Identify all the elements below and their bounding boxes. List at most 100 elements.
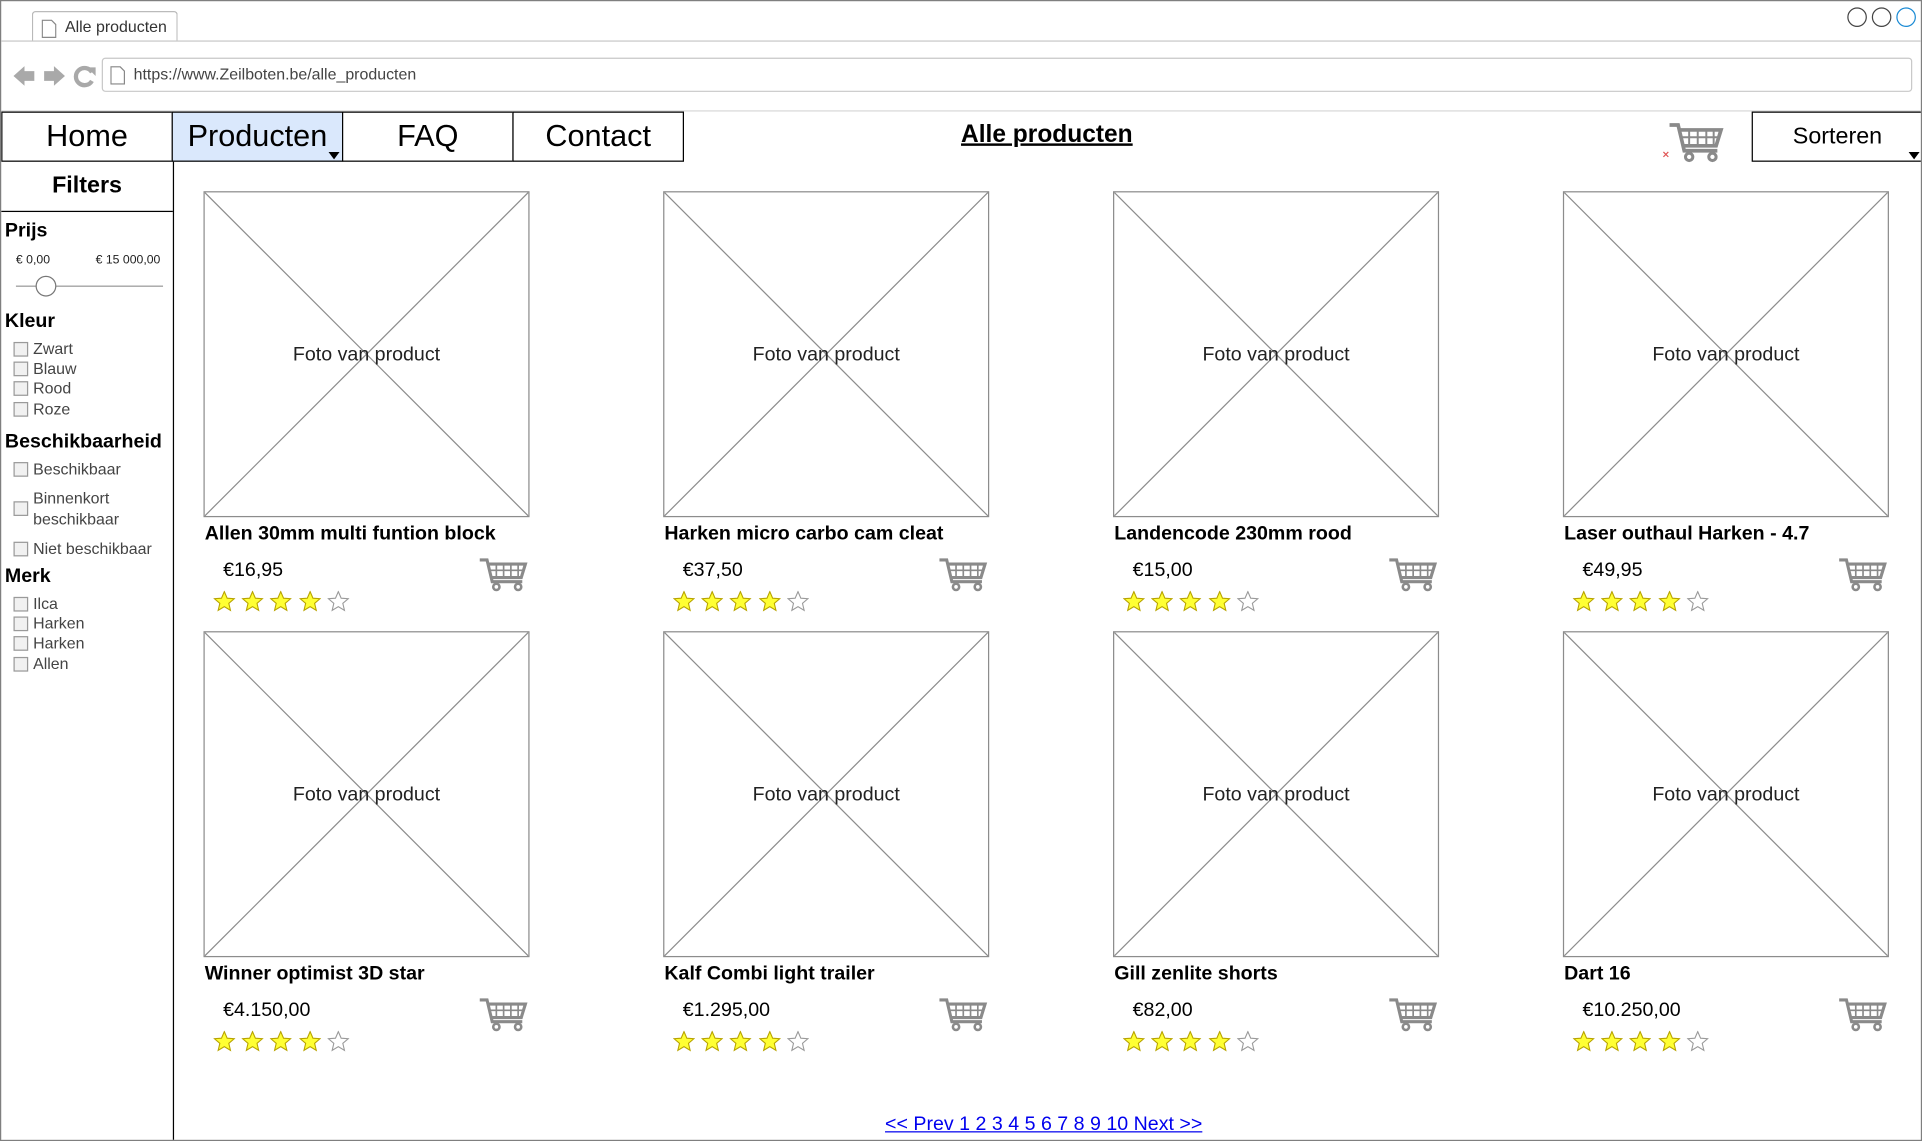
window-close-button[interactable]: [1896, 7, 1916, 27]
color-checkbox-roze[interactable]: [13, 401, 29, 417]
product-card[interactable]: Foto van product Gill zenlite shorts €82,0…: [1113, 631, 1518, 1060]
star-filled-icon: [1629, 1030, 1652, 1052]
product-card[interactable]: Foto van product Harken micro carbo cam c…: [663, 191, 1068, 620]
product-photo-placeholder[interactable]: Foto van product: [663, 191, 990, 518]
product-name[interactable]: Allen 30mm multi funtion block: [205, 523, 496, 545]
star-filled-icon: [1179, 590, 1202, 612]
photo-label: Foto van product: [292, 784, 441, 806]
brand-checkbox-harken[interactable]: [13, 616, 29, 632]
product-card[interactable]: Foto van product Allen 30mm multi funtion…: [203, 191, 608, 620]
color-checkbox-zwart[interactable]: [13, 341, 29, 357]
star-filled-icon: [298, 590, 321, 612]
nav-producten[interactable]: Producten: [171, 111, 344, 162]
brand-checkbox-ilca[interactable]: [13, 596, 29, 612]
availability-option-label: Binnenkort beschikbaar: [33, 489, 120, 529]
star-empty-icon: [1686, 1030, 1709, 1052]
product-photo-placeholder[interactable]: Foto van product: [663, 631, 990, 958]
star-filled-icon: [270, 590, 293, 612]
product-price: €10.250,00: [1582, 1000, 1681, 1021]
nav-contact[interactable]: Contact: [512, 111, 684, 162]
color-option-label: Blauw: [33, 359, 77, 378]
page-icon: [41, 19, 57, 38]
star-filled-icon: [1572, 590, 1595, 612]
product-name[interactable]: Kalf Combi light trailer: [664, 963, 874, 985]
brand-option-label: Ilca: [33, 594, 58, 613]
product-photo-placeholder[interactable]: Foto van product: [1562, 631, 1889, 958]
color-checkbox-rood[interactable]: [13, 381, 29, 396]
product-name[interactable]: Harken micro carbo cam cleat: [664, 523, 943, 545]
back-arrow-icon[interactable]: [13, 66, 35, 86]
filters-sidebar: [1, 161, 175, 1140]
star-filled-icon: [270, 1030, 293, 1052]
add-to-cart-button[interactable]: [935, 549, 989, 596]
product-card[interactable]: Foto van product Landencode 230mm rood €15…: [1113, 191, 1518, 620]
availability-checkbox-beschikbaar[interactable]: [13, 462, 29, 477]
browser-tab[interactable]: Alle producten: [31, 11, 178, 42]
window-minimize-button[interactable]: [1847, 7, 1867, 27]
star-filled-icon: [701, 1030, 724, 1052]
product-photo-placeholder[interactable]: Foto van product: [1113, 191, 1440, 518]
photo-label: Foto van product: [1202, 344, 1350, 366]
color-checkbox-blauw[interactable]: [13, 361, 29, 377]
address-bar[interactable]: https://www.Zeilboten.be/alle_producten: [101, 57, 1913, 92]
sort-dropdown[interactable]: Sorteren: [1751, 111, 1921, 162]
product-name[interactable]: Gill zenlite shorts: [1114, 963, 1277, 985]
product-name[interactable]: Winner optimist 3D star: [205, 963, 425, 985]
star-empty-icon: [1686, 590, 1709, 612]
availability-filter-title: Beschikbaarheid: [4, 431, 162, 453]
price-slider-handle[interactable]: [35, 275, 57, 297]
price-min-label: € 0,00: [15, 253, 51, 268]
star-filled-icon: [1151, 1030, 1174, 1052]
star-filled-icon: [1208, 1030, 1231, 1052]
pagination-links[interactable]: << Prev 1 2 3 4 5 6 7 8 9 10 Next >>: [885, 1114, 1202, 1136]
product-price: €15,00: [1132, 560, 1193, 581]
window-maximize-button[interactable]: [1871, 7, 1892, 27]
product-price: €1.295,00: [682, 1000, 771, 1021]
star-empty-icon: [326, 590, 350, 612]
sort-label: Sorteren: [1792, 123, 1883, 149]
brand-checkbox-harken-2[interactable]: [13, 636, 29, 651]
add-to-cart-button[interactable]: [935, 989, 989, 1036]
star-empty-icon: [326, 1030, 350, 1052]
color-option-label: Zwart: [33, 339, 73, 358]
nav-faq[interactable]: FAQ: [341, 111, 514, 162]
product-card[interactable]: Foto van product Laser outhaul Harken - 4…: [1562, 191, 1921, 620]
product-name[interactable]: Landencode 230mm rood: [1114, 523, 1352, 545]
product-photo-placeholder[interactable]: Foto van product: [203, 631, 530, 958]
add-to-cart-icon: [939, 998, 988, 1032]
product-card[interactable]: Foto van product Kalf Combi light trailer…: [663, 631, 1068, 1060]
star-filled-icon: [1122, 1030, 1145, 1052]
availability-checkbox-niet[interactable]: [13, 541, 29, 557]
reload-icon[interactable]: [73, 65, 96, 88]
dropdown-caret-icon: [1908, 151, 1920, 160]
page-icon: [110, 66, 126, 85]
navigation-buttons: [12, 63, 98, 90]
add-to-cart-button[interactable]: [1385, 989, 1439, 1036]
add-to-cart-icon: [1389, 558, 1438, 592]
star-filled-icon: [701, 590, 724, 612]
star-filled-icon: [758, 1030, 781, 1052]
add-to-cart-button[interactable]: [1835, 989, 1889, 1036]
forward-arrow-icon[interactable]: [44, 66, 65, 86]
product-photo-placeholder[interactable]: Foto van product: [203, 191, 530, 518]
nav-home[interactable]: Home: [1, 111, 173, 162]
color-filter-title: Kleur: [4, 311, 56, 333]
product-card[interactable]: Foto van product Winner optimist 3D star €…: [203, 631, 608, 1060]
availability-option-label: Niet beschikbaar: [33, 539, 152, 558]
add-to-cart-button[interactable]: [1835, 549, 1889, 596]
tab-title: Alle producten: [64, 17, 167, 36]
product-photo-placeholder[interactable]: Foto van product: [1562, 191, 1889, 518]
product-name[interactable]: Laser outhaul Harken - 4.7: [1564, 523, 1809, 545]
product-photo-placeholder[interactable]: Foto van product: [1113, 631, 1440, 958]
star-filled-icon: [1151, 590, 1174, 612]
add-to-cart-button[interactable]: [476, 549, 530, 596]
shopping-cart-button[interactable]: [1662, 115, 1726, 164]
photo-label: Foto van product: [1652, 344, 1800, 366]
add-to-cart-button[interactable]: [476, 989, 530, 1036]
product-card[interactable]: Foto van product Dart 16 €10.250,00: [1562, 631, 1921, 1060]
product-name[interactable]: Dart 16: [1564, 963, 1630, 985]
availability-checkbox-binnenkort[interactable]: [13, 501, 29, 516]
add-to-cart-button[interactable]: [1385, 549, 1439, 596]
brand-checkbox-allen[interactable]: [13, 656, 29, 672]
star-filled-icon: [1601, 590, 1624, 612]
